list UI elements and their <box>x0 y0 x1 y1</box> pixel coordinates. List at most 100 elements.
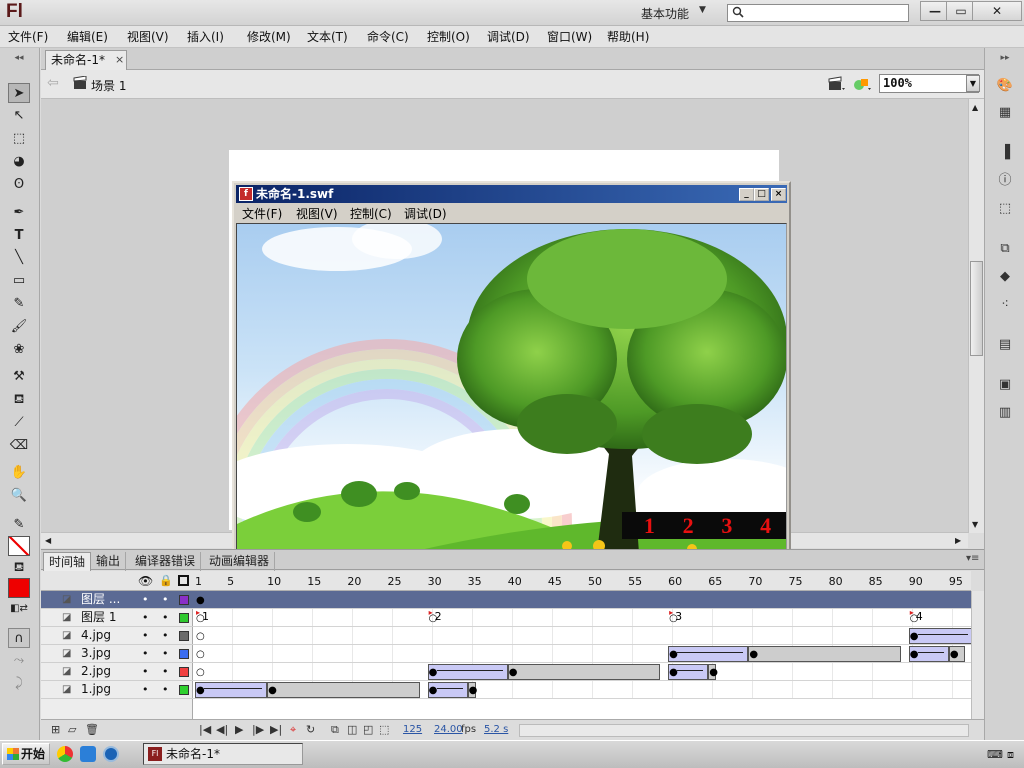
smooth-icon[interactable]: ⤳ <box>8 651 30 671</box>
keyframe-marker[interactable]: ● <box>709 667 718 678</box>
frame-row[interactable]: ● ● ● ● <box>193 681 971 699</box>
outline-icon[interactable] <box>178 575 189 586</box>
timeline-vertical-scrollbar[interactable] <box>971 591 984 719</box>
first-frame-icon[interactable]: |◀ <box>199 723 211 736</box>
static-frame-span[interactable] <box>507 664 661 680</box>
keyframe-marker[interactable]: ● <box>469 685 478 696</box>
motion-tween-span[interactable] <box>195 682 268 698</box>
menu-insert[interactable]: 插入(I) <box>187 27 224 47</box>
selection-tool-icon[interactable]: ➤ <box>8 83 30 103</box>
transform-panel-icon[interactable]: ⬚ <box>994 199 1016 219</box>
bone-tool-icon[interactable]: ⚒ <box>8 367 30 387</box>
menu-debug[interactable]: 调试(D) <box>487 27 530 47</box>
swf-menu-view[interactable]: 视图(V) <box>296 205 338 222</box>
keyboard-icon[interactable]: ⌨ <box>987 748 1003 761</box>
frame-row[interactable]: ○ ● ● ● ● <box>193 663 971 681</box>
static-frame-span[interactable] <box>748 646 901 662</box>
info-panel-icon[interactable]: ⓘ <box>994 171 1016 191</box>
history-panel-icon[interactable]: ▥ <box>994 403 1016 423</box>
delete-layer-icon[interactable]: 🗑 <box>85 723 99 736</box>
edit-multiple-frames-icon[interactable]: ⬚ <box>379 723 389 736</box>
edit-symbols-icon[interactable] <box>853 76 873 92</box>
swatches-panel-icon[interactable]: ▦ <box>994 103 1016 123</box>
motion-tween-span[interactable] <box>668 646 749 662</box>
swf-close-button[interactable]: × <box>771 188 786 201</box>
swf-minimize-button[interactable]: _ <box>739 188 754 201</box>
visibility-dot[interactable]: • <box>142 645 149 662</box>
swf-button-3[interactable]: 3 <box>721 513 732 539</box>
keyframe-marker[interactable]: ● <box>669 649 678 660</box>
subselection-tool-icon[interactable]: ↖ <box>8 106 30 126</box>
chrome-icon[interactable] <box>57 746 73 762</box>
swf-button-1[interactable]: 1 <box>644 513 655 539</box>
lock-dot[interactable]: • <box>162 645 169 662</box>
scroll-up-icon[interactable]: ▲ <box>972 103 978 112</box>
color-panel-icon[interactable]: 🎨 <box>994 76 1016 96</box>
paint-bucket-tool-icon[interactable]: ⛾ <box>8 390 30 410</box>
menu-file[interactable]: 文件(F) <box>8 27 48 47</box>
keyframe-marker[interactable]: ● <box>669 667 678 678</box>
swf-button-4[interactable]: 4 <box>760 513 771 539</box>
layer-name[interactable]: 3.jpg <box>81 645 111 662</box>
layer-row[interactable]: ◪ 4.jpg • • <box>41 627 193 645</box>
timeline-horizontal-scrollbar[interactable] <box>519 724 969 737</box>
pencil-tool-icon[interactable]: ✎ <box>8 294 30 314</box>
keyframe-marker[interactable]: ● <box>509 667 518 678</box>
tab-timeline[interactable]: 时间轴 <box>43 552 92 571</box>
keyframe-marker[interactable]: ● <box>429 667 438 678</box>
keyframe-marker[interactable]: ○ <box>196 667 205 678</box>
swf-scene-image[interactable]: 1 2 3 4 <box>236 223 787 552</box>
frame-ruler[interactable]: 1 5 10 15 20 25 30 35 40 45 50 55 60 65 70 75 80 85 90 95 <box>193 571 971 591</box>
workspace-switcher[interactable]: 基本功能 <box>641 5 689 22</box>
document-tab[interactable]: 未命名-1* × <box>45 50 127 70</box>
scroll-down-icon[interactable]: ▼ <box>972 520 978 529</box>
center-frame-icon[interactable]: ⧉ <box>331 723 339 737</box>
free-transform-tool-icon[interactable]: ⬚ <box>8 129 30 149</box>
line-tool-icon[interactable]: ╲ <box>8 248 30 268</box>
layer-row[interactable]: ◪ 2.jpg • • <box>41 663 193 681</box>
menu-edit[interactable]: 编辑(E) <box>67 27 108 47</box>
3d-rotation-tool-icon[interactable]: ◕ <box>8 152 30 172</box>
last-frame-icon[interactable]: ▶| <box>270 723 282 736</box>
frame-row[interactable]: ○ 1 ▸ ○ 2 ▸ ○ 3 ▸ ○ 4 ▸ <box>193 608 971 627</box>
lock-dot[interactable]: • <box>162 627 169 644</box>
eyedropper-tool-icon[interactable]: ⟋ <box>8 413 30 433</box>
align-panel-icon[interactable]: ▐ <box>994 143 1016 163</box>
menu-modify[interactable]: 修改(M) <box>247 27 291 47</box>
lock-icon[interactable]: 🔒 <box>159 574 173 587</box>
menu-view[interactable]: 视图(V) <box>127 27 169 47</box>
keyframe-marker[interactable]: ● <box>429 685 438 696</box>
layer-outline-color[interactable] <box>179 649 189 659</box>
keyframe-marker[interactable]: ● <box>196 595 205 606</box>
straighten-icon[interactable]: ⤸ <box>8 674 30 694</box>
taskbar-item-flash[interactable]: Fl 未命名-1* <box>143 743 303 765</box>
scrollbar-thumb[interactable] <box>970 261 983 356</box>
frame-grid[interactable]: ● ○ 1 ▸ ○ 2 ▸ ○ 3 ▸ ○ 4 ▸ ○ ● ○ ● ● ● ● ○ ● ● ● ● ● ● ● ● <box>193 591 971 719</box>
layer-name[interactable]: 图层 ... <box>81 591 120 608</box>
swap-colors-icon[interactable]: ◧⇄ <box>8 599 30 619</box>
library-panel-icon[interactable]: ▤ <box>994 335 1016 355</box>
network-icon[interactable]: ⧈ <box>1007 748 1014 762</box>
rectangle-tool-icon[interactable]: ▭ <box>8 271 30 291</box>
layer-row[interactable]: ◪ 图层 1 • • <box>41 609 193 627</box>
lock-dot[interactable]: • <box>162 663 169 680</box>
swf-menu-debug[interactable]: 调试(D) <box>404 205 447 222</box>
media-icon[interactable] <box>103 746 119 762</box>
keyframe-marker[interactable]: ● <box>749 649 758 660</box>
layer-name[interactable]: 4.jpg <box>81 627 111 644</box>
lasso-tool-icon[interactable]: ʘ <box>8 175 30 195</box>
frame-row[interactable]: ○ ● <box>193 627 971 645</box>
scroll-right-icon[interactable]: ▶ <box>955 536 961 545</box>
swf-maximize-button[interactable]: □ <box>754 188 769 201</box>
eraser-tool-icon[interactable]: ⌫ <box>8 436 30 456</box>
visibility-dot[interactable]: • <box>142 609 149 626</box>
visibility-dot[interactable]: • <box>142 627 149 644</box>
layer-name[interactable]: 1.jpg <box>81 681 111 698</box>
frame-rate[interactable]: 24.00 <box>434 724 463 735</box>
close-button[interactable]: ✕ <box>972 1 1022 21</box>
loop-icon[interactable]: ↻ <box>306 723 315 736</box>
swf-menu-file[interactable]: 文件(F) <box>242 205 282 222</box>
actions-panel-icon[interactable]: ⧉ <box>994 239 1016 259</box>
scene-breadcrumb[interactable]: 场景 1 <box>91 77 126 94</box>
keyframe-marker[interactable]: ● <box>196 685 205 696</box>
